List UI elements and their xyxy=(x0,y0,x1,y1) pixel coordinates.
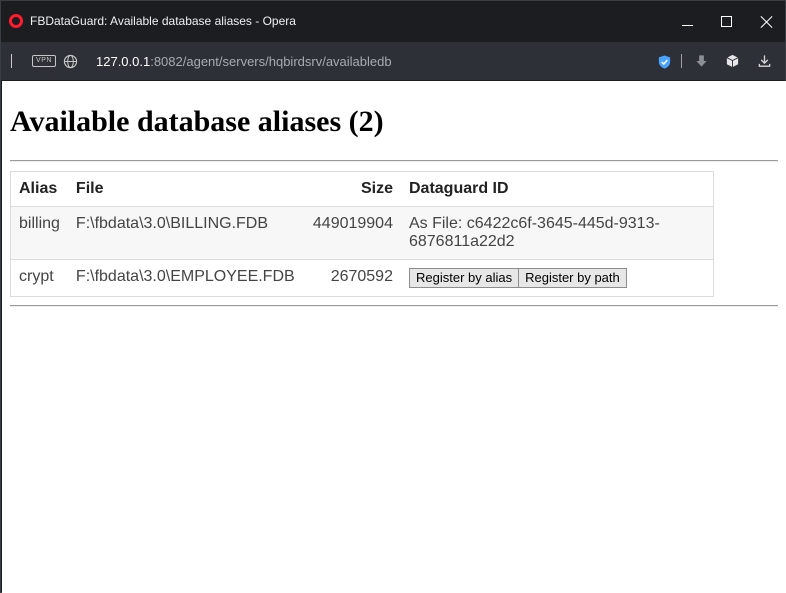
cell-dataguard-actions: Register by alias Register by path xyxy=(401,260,714,297)
url-path: :8082/agent/servers/hqbirdsrv/availabled… xyxy=(150,54,392,69)
maximize-icon xyxy=(720,16,732,27)
page-title: Available database aliases (2) xyxy=(10,105,384,138)
shield-check-icon[interactable] xyxy=(657,54,672,70)
package-icon[interactable] xyxy=(725,53,740,69)
close-button[interactable] xyxy=(746,1,786,42)
divider-bottom xyxy=(10,305,778,307)
aliases-table: Alias File Size Dataguard ID billing F:\… xyxy=(10,171,714,297)
column-header-alias: Alias xyxy=(19,180,58,197)
url-field[interactable]: 127.0.0.1:8082/agent/servers/hqbirdsrv/a… xyxy=(96,54,392,69)
cell-dataguard-id: As File: c6422c6f-3645-445d-9313-6876811… xyxy=(408,215,660,250)
downloads-icon[interactable] xyxy=(757,53,772,69)
download-arrow-icon[interactable] xyxy=(694,53,709,69)
column-header-dataguard-id: Dataguard ID xyxy=(408,180,509,197)
cell-alias: crypt xyxy=(19,268,54,285)
divider-top xyxy=(10,160,778,162)
opera-logo-icon[interactable] xyxy=(9,14,23,28)
register-by-alias-button[interactable]: Register by alias xyxy=(408,268,520,288)
minimize-icon xyxy=(681,25,693,26)
vpn-badge[interactable]: VPN xyxy=(32,55,56,67)
title-bar: FBDataGuard: Available database aliases … xyxy=(1,1,785,42)
globe-icon[interactable] xyxy=(63,54,78,69)
window-title: FBDataGuard: Available database aliases … xyxy=(30,14,296,28)
column-header-size: Size xyxy=(360,180,393,197)
maximize-button[interactable] xyxy=(706,1,746,42)
table-row: billing F:\fbdata\3.0\BILLING.FDB 449019… xyxy=(10,206,714,260)
cell-file: F:\fbdata\3.0\BILLING.FDB xyxy=(75,215,269,232)
page-content: Available database aliases (2) Alias Fil… xyxy=(2,81,786,593)
address-bar: VPN 127.0.0.1:8082/agent/servers/hqbirds… xyxy=(1,42,785,80)
cell-size: 449019904 xyxy=(312,215,393,232)
toolbar-divider xyxy=(11,54,12,68)
close-icon xyxy=(760,15,773,28)
url-host: 127.0.0.1 xyxy=(96,54,151,69)
register-by-path-button[interactable]: Register by path xyxy=(518,268,627,288)
toolbar-divider-2 xyxy=(681,54,682,68)
browser-window: FBDataGuard: Available database aliases … xyxy=(0,0,786,593)
table-row: crypt F:\fbdata\3.0\EMPLOYEE.FDB 2670592… xyxy=(10,259,714,297)
minimize-button[interactable] xyxy=(667,1,707,42)
cell-alias: billing xyxy=(19,215,60,232)
cell-size: 2670592 xyxy=(330,268,393,285)
table-header-row: Alias File Size Dataguard ID xyxy=(10,172,714,207)
column-header-file: File xyxy=(75,180,104,197)
cell-file: F:\fbdata\3.0\EMPLOYEE.FDB xyxy=(75,268,295,285)
